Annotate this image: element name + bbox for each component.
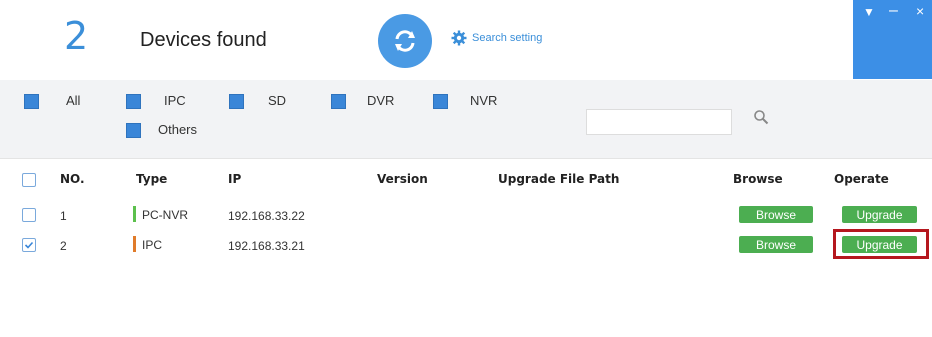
search-setting-label: Search setting (472, 32, 543, 44)
search-icon (754, 110, 769, 125)
row-checkbox-checked[interactable] (22, 238, 36, 252)
refresh-search-button[interactable] (378, 14, 432, 68)
filter-sd-checkbox[interactable] (229, 94, 244, 109)
dropdown-icon[interactable]: ▼ (863, 5, 875, 19)
col-upgrade-path: Upgrade File Path (498, 172, 620, 186)
device-count: 2 (64, 14, 89, 58)
table-header: NO. Type IP Version Upgrade File Path Br… (0, 158, 932, 201)
filter-bar: All IPC SD DVR NVR Others (0, 80, 932, 158)
row-type: PC-NVR (142, 208, 189, 222)
search-input[interactable] (586, 109, 732, 135)
browse-button[interactable]: Browse (739, 206, 813, 223)
window-controls: ▼ – × (853, 0, 932, 79)
row-ip: 192.168.33.21 (228, 239, 305, 253)
row-checkbox[interactable] (22, 208, 36, 222)
row-no: 2 (60, 239, 67, 253)
row-ip: 192.168.33.22 (228, 209, 305, 223)
filter-dvr-checkbox[interactable] (331, 94, 346, 109)
search-button[interactable] (753, 109, 769, 130)
type-color-bar (133, 236, 136, 252)
devices-found-label: Devices found (140, 29, 267, 51)
col-version: Version (377, 172, 428, 186)
top-bar: 2 Devices found Search setting ▼ – × (0, 0, 932, 80)
table-row: 2 IPC 192.168.33.21 Browse Upgrade (0, 230, 932, 262)
col-browse: Browse (733, 172, 783, 186)
filter-all-checkbox[interactable] (24, 94, 39, 109)
select-all-checkbox[interactable] (22, 173, 36, 187)
filter-all-label: All (66, 93, 81, 108)
filter-nvr-label: NVR (470, 93, 498, 108)
col-operate: Operate (834, 172, 889, 186)
filter-others-checkbox[interactable] (126, 123, 141, 138)
refresh-icon (395, 30, 415, 52)
filter-sd-label: SD (268, 93, 287, 108)
table-row: 1 PC-NVR 192.168.33.22 Browse Upgrade (0, 200, 932, 232)
row-no: 1 (60, 209, 67, 223)
filter-nvr-checkbox[interactable] (433, 94, 448, 109)
check-icon (24, 241, 34, 249)
close-icon[interactable]: × (916, 3, 924, 19)
upgrade-highlight-box (833, 229, 929, 259)
gear-icon (451, 30, 467, 46)
col-no: NO. (60, 172, 85, 186)
browse-button[interactable]: Browse (739, 236, 813, 253)
minimize-icon[interactable]: – (889, 2, 898, 20)
col-ip: IP (228, 172, 242, 186)
filter-dvr-label: DVR (367, 93, 395, 108)
upgrade-button[interactable]: Upgrade (842, 206, 917, 223)
type-color-bar (133, 206, 136, 222)
row-type: IPC (142, 238, 163, 252)
filter-ipc-label: IPC (164, 93, 186, 108)
filter-ipc-checkbox[interactable] (126, 94, 141, 109)
search-setting-link[interactable]: Search setting (451, 30, 542, 46)
filter-others-label: Others (158, 122, 198, 137)
col-type: Type (136, 172, 168, 186)
